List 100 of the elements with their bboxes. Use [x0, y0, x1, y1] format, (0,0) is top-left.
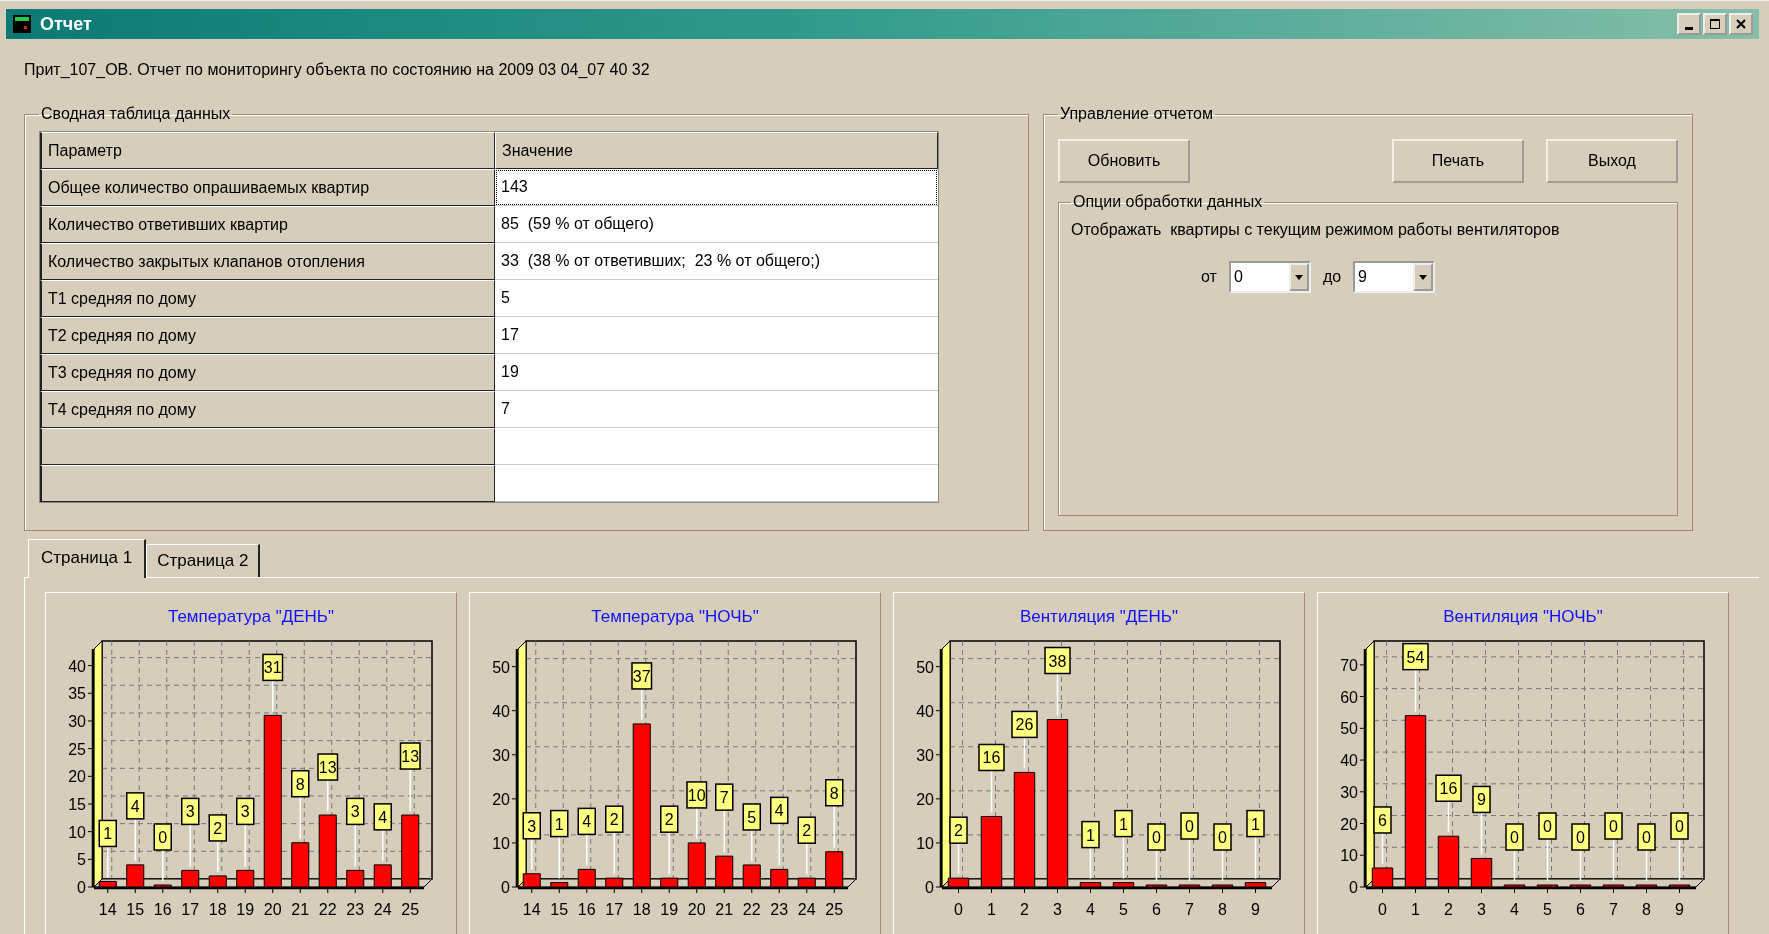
axis-label: 20	[1340, 815, 1358, 833]
value-label: 2	[660, 805, 679, 833]
from-dropdown[interactable]: 0	[1228, 261, 1311, 293]
table-cell[interactable]: 33 (38 % от ответивших; 23 % от общего;)	[495, 243, 938, 280]
value-label: 16	[1435, 774, 1462, 802]
value-label: 26	[1011, 710, 1038, 739]
axis-label: 5	[77, 851, 86, 869]
axis-label: 18	[208, 901, 227, 918]
maximize-button[interactable]	[1703, 13, 1727, 35]
leader-line	[217, 840, 219, 873]
axis-label: 1	[987, 901, 996, 918]
table-cell[interactable]: 17	[495, 317, 938, 354]
value-label: 7	[715, 783, 734, 811]
value-label: 4	[373, 803, 392, 831]
data-label: 3	[185, 803, 195, 821]
data-label: 8	[829, 784, 839, 802]
leader-line	[1254, 835, 1257, 880]
value-label: 31	[262, 653, 284, 682]
data-label: 1	[1086, 826, 1096, 844]
leader-line	[806, 842, 808, 875]
tab[interactable]: Страница 2	[146, 544, 261, 577]
axis-label: 25	[68, 740, 86, 758]
bar	[1112, 882, 1135, 888]
leader-line	[696, 807, 698, 840]
axis-label: 19	[236, 901, 255, 918]
axis-label: 24	[373, 901, 392, 918]
axis-label: 0	[501, 879, 510, 896]
leader-line	[613, 831, 615, 875]
value-label: 9	[1472, 785, 1491, 814]
table-cell[interactable]: 19	[495, 354, 938, 391]
bar	[947, 877, 970, 888]
leader-line	[244, 823, 246, 868]
value-label: 1	[98, 819, 117, 848]
close-button[interactable]	[1729, 13, 1753, 35]
leader-line	[1612, 838, 1615, 882]
axis-label: 22	[318, 901, 337, 918]
data-label: 26	[1015, 716, 1034, 734]
bar	[1371, 867, 1394, 888]
data-label: 2	[954, 822, 964, 840]
axis-label: 50	[916, 658, 934, 676]
axis-label: 18	[632, 901, 651, 918]
value-label: 4	[577, 807, 596, 836]
axis-label: 0	[1378, 901, 1387, 918]
chart-title: Вентиляция "ДЕНЬ"	[1018, 606, 1180, 628]
window-title: Отчет	[40, 13, 92, 35]
value-label: 0	[1180, 812, 1199, 840]
data-label: 31	[263, 659, 282, 677]
axis-label: 17	[181, 901, 200, 918]
data-label: 9	[1477, 791, 1487, 809]
axis-label: 30	[492, 746, 510, 764]
value-label: 3	[236, 797, 255, 826]
tab[interactable]: Страница 1	[28, 539, 147, 578]
value-label: 0	[153, 823, 172, 851]
axis-label: 30	[68, 712, 86, 730]
action-button[interactable]: Выход	[1546, 139, 1678, 183]
data-label: 0	[1642, 829, 1652, 846]
column-header[interactable]: Значение	[495, 132, 938, 169]
action-button[interactable]: Обновить	[1058, 139, 1190, 183]
column-header[interactable]: Параметр	[40, 132, 495, 169]
table-cell[interactable]: 7	[495, 391, 938, 428]
axis-label: 20	[492, 790, 510, 808]
data-label: 0	[1609, 818, 1619, 835]
leader-line	[1089, 846, 1092, 880]
data-label: 2	[664, 811, 674, 829]
value-label: 16	[978, 743, 1005, 772]
data-label: 3	[350, 803, 360, 821]
axis-label: 2	[1444, 901, 1453, 918]
leader-line	[1414, 668, 1417, 713]
axis-label: 9	[1675, 901, 1684, 918]
maximize-icon	[1709, 18, 1721, 30]
minimize-button[interactable]	[1677, 13, 1701, 35]
leader-line	[1678, 838, 1681, 882]
leader-line	[327, 779, 329, 812]
table-cell[interactable]: 85 (59 % от общего)	[495, 206, 938, 243]
data-label: 0	[1576, 829, 1586, 846]
bar	[980, 816, 1003, 888]
bar	[1244, 882, 1267, 888]
value-label: 3	[346, 797, 365, 826]
to-dropdown[interactable]: 9	[1353, 261, 1436, 293]
axis-label: 1	[1411, 901, 1420, 918]
table-cell[interactable]: 143	[495, 169, 938, 206]
axis-label: 10	[1340, 847, 1358, 865]
group-title: Опции обработки данных	[1072, 193, 1264, 211]
axis-label: 5	[1119, 901, 1128, 918]
row-header: Т1 средняя по дому	[40, 280, 495, 317]
value-label: 2	[797, 816, 816, 844]
table-cell[interactable]: 5	[495, 280, 938, 317]
data-label: 0	[1152, 829, 1162, 846]
axis-label: 7	[1185, 901, 1194, 918]
value-label: 0	[1505, 823, 1524, 851]
action-button[interactable]: Печать	[1392, 139, 1524, 183]
data-label: 6	[1378, 811, 1388, 829]
axis-label: 6	[1152, 901, 1161, 918]
value-label: 4	[126, 792, 145, 820]
value-label: 0	[1147, 823, 1166, 851]
value-label: 0	[1213, 823, 1232, 851]
axis-label: 10	[916, 834, 934, 852]
leader-line	[957, 842, 960, 875]
leader-line	[723, 809, 725, 853]
axis-label: 0	[925, 879, 934, 896]
